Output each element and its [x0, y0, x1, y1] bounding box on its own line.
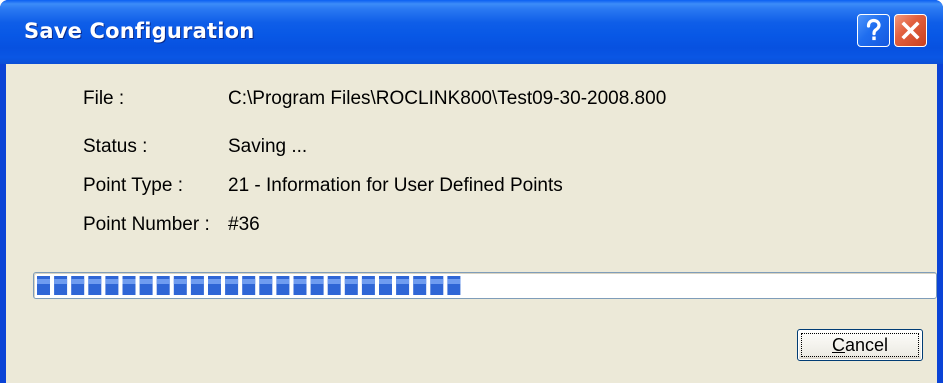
progress-block	[37, 276, 50, 295]
progress-block-highlight	[156, 279, 170, 284]
progress-block-highlight	[242, 279, 256, 284]
progress-block	[259, 276, 273, 295]
progress-block-highlight	[327, 279, 341, 284]
progress-block-highlight	[208, 279, 221, 284]
progress-block	[190, 276, 204, 295]
save-progress-bar	[33, 272, 937, 299]
file-label: File :	[83, 88, 125, 109]
progress-block	[327, 276, 341, 295]
progress-block-highlight	[310, 279, 324, 284]
point-number-label: Point Number :	[83, 214, 210, 235]
file-path-value: C:\Program Files\ROCLINK800\Test09-30-20…	[228, 88, 667, 109]
progress-block-highlight	[139, 279, 153, 284]
point-type-label: Point Type :	[83, 175, 183, 196]
progress-block-highlight	[54, 279, 68, 284]
status-value: Saving ...	[228, 136, 308, 157]
progress-block	[361, 276, 375, 295]
dialog-body: File : C:\Program Files\ROCLINK800\Test0…	[6, 64, 937, 383]
progress-block-highlight	[37, 279, 50, 284]
progress-block	[156, 276, 170, 295]
progress-block	[208, 276, 221, 295]
progress-block-highlight	[276, 279, 290, 284]
progress-block	[242, 276, 256, 295]
progress-block	[396, 276, 410, 295]
progress-block-highlight	[344, 279, 358, 284]
progress-block	[225, 276, 239, 295]
progress-block-highlight	[430, 279, 444, 284]
progress-block	[54, 276, 68, 295]
cancel-button[interactable]: Cancel	[797, 329, 923, 361]
progress-fill	[37, 276, 933, 295]
window-title: Save Configuration	[24, 19, 255, 43]
close-button[interactable]	[894, 14, 927, 47]
progress-blocks	[37, 276, 461, 295]
progress-block	[344, 276, 358, 295]
cancel-button-label: Cancel	[798, 335, 922, 356]
progress-block	[276, 276, 290, 295]
progress-block	[88, 276, 102, 295]
progress-block-highlight	[413, 279, 427, 284]
point-number-value: #36	[228, 214, 260, 235]
progress-block	[122, 276, 136, 295]
progress-block	[105, 276, 119, 295]
progress-block-highlight	[190, 279, 204, 284]
progress-block-highlight	[259, 279, 273, 284]
progress-block-highlight	[361, 279, 375, 284]
progress-block	[413, 276, 427, 295]
progress-block-highlight	[105, 279, 119, 284]
progress-block	[71, 276, 85, 295]
progress-block	[310, 276, 324, 295]
progress-block	[379, 276, 392, 295]
cancel-label-rest: ancel	[844, 335, 889, 355]
question-mark-icon	[866, 18, 881, 41]
progress-block	[139, 276, 153, 295]
progress-block	[447, 276, 461, 295]
cancel-accelerator: C	[831, 335, 845, 355]
close-x-icon	[901, 21, 920, 40]
progress-block-highlight	[88, 279, 102, 284]
progress-block	[430, 276, 444, 295]
progress-block-highlight	[122, 279, 136, 284]
title-bar[interactable]: Save Configuration	[0, 0, 943, 64]
progress-block	[293, 276, 307, 295]
progress-block-highlight	[225, 279, 239, 284]
save-configuration-dialog: Save Configuration File : C:\Program Fil…	[0, 0, 943, 383]
status-label: Status :	[83, 136, 148, 157]
progress-block	[173, 276, 187, 295]
progress-block-highlight	[71, 279, 85, 284]
progress-block-highlight	[173, 279, 187, 284]
progress-block-highlight	[379, 279, 392, 284]
progress-block-highlight	[293, 279, 307, 284]
progress-block-highlight	[447, 279, 461, 284]
point-type-value: 21 - Information for User Defined Points	[228, 175, 563, 196]
progress-block-highlight	[396, 279, 410, 284]
help-button[interactable]	[857, 14, 890, 47]
